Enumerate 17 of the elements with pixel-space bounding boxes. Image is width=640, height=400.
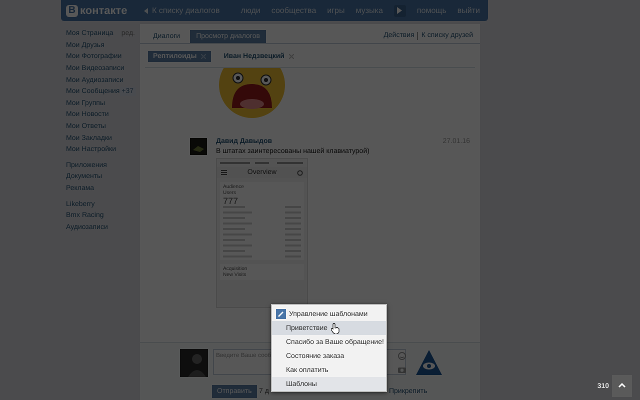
emoji-sticker	[218, 68, 286, 120]
logo-mark[interactable]: В	[66, 4, 78, 16]
hand-cursor-icon	[330, 323, 340, 334]
refresh-icon	[297, 170, 303, 176]
back-arrow-icon[interactable]	[144, 8, 148, 14]
eye-triangle-avatar[interactable]	[415, 349, 443, 376]
pencil-icon	[276, 309, 286, 319]
menu-icon	[221, 170, 227, 175]
separator-icon	[417, 32, 418, 40]
metric-value: 777	[223, 196, 240, 206]
play-button[interactable]	[394, 4, 406, 16]
camera-icon[interactable]	[398, 366, 406, 373]
play-icon	[397, 7, 402, 14]
scroll-up-button[interactable]	[612, 375, 632, 397]
avatar[interactable]	[190, 138, 207, 155]
avatar[interactable]	[180, 349, 208, 377]
smile-icon[interactable]	[398, 352, 406, 360]
